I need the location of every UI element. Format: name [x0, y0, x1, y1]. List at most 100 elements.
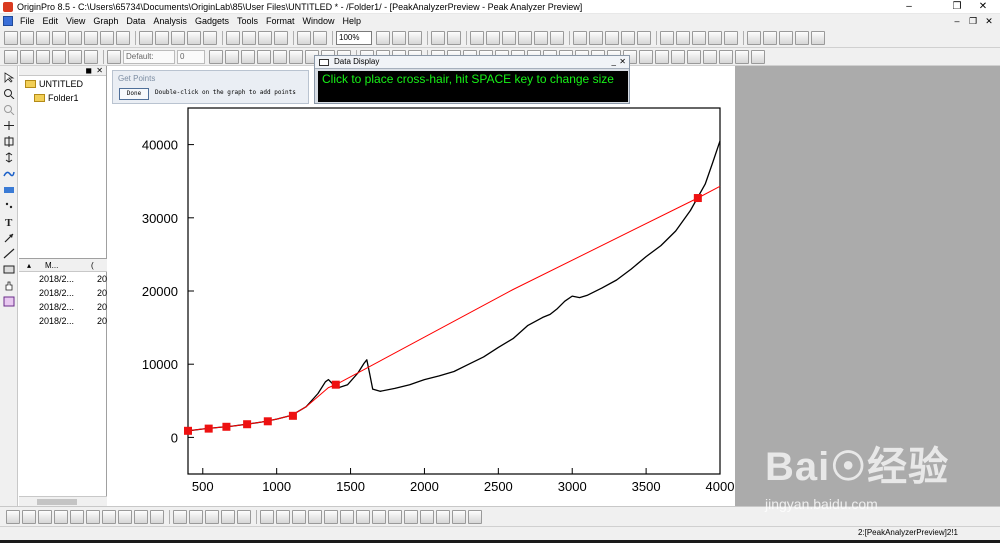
axis-x-icon[interactable]: [660, 30, 674, 45]
font-name-combobox[interactable]: Default:: [123, 49, 175, 64]
data-selector-icon[interactable]: [3, 152, 15, 163]
menu-data[interactable]: Data: [122, 14, 149, 28]
menu-edit[interactable]: Edit: [39, 14, 63, 28]
object-edit-icon[interactable]: [468, 509, 482, 524]
recalculate-icon[interactable]: [297, 30, 311, 45]
object-edit-icon[interactable]: [372, 509, 386, 524]
template-library-icon[interactable]: [150, 509, 164, 524]
new-graph-layer-icon[interactable]: [573, 30, 587, 45]
column-plot-icon[interactable]: [54, 509, 68, 524]
scrollbar-thumb[interactable]: [37, 499, 77, 505]
save-project-icon[interactable]: [187, 30, 201, 45]
line-plot-icon[interactable]: [6, 509, 20, 524]
close-window-button[interactable]: ✕: [966, 0, 1000, 14]
menu-window[interactable]: Window: [299, 14, 339, 28]
import-wizard-icon[interactable]: [258, 30, 272, 45]
object-edit-icon[interactable]: [276, 509, 290, 524]
zoom-out-icon[interactable]: [3, 104, 15, 115]
duplicate-icon[interactable]: [408, 30, 422, 45]
open-excel-icon[interactable]: [171, 30, 185, 45]
draw-data-icon[interactable]: [3, 168, 15, 179]
format-tool-icon[interactable]: [4, 49, 18, 64]
extract-layers-icon[interactable]: [621, 30, 635, 45]
axis-grid-icon[interactable]: [724, 30, 738, 45]
object-edit-icon[interactable]: [324, 509, 338, 524]
box-plot-icon[interactable]: [86, 509, 100, 524]
italic-icon[interactable]: [225, 49, 239, 64]
format-tool-icon[interactable]: [20, 49, 34, 64]
open-template-icon[interactable]: [155, 30, 169, 45]
data-reader-icon[interactable]: [3, 136, 15, 147]
tree-root[interactable]: UNTITLED: [25, 79, 83, 89]
worksheet-tool-icon[interactable]: [639, 49, 653, 64]
list-item[interactable]: 2018/2... 20: [19, 286, 107, 300]
close-button[interactable]: ✕: [619, 56, 626, 68]
script-window-icon[interactable]: [502, 30, 516, 45]
underline-icon[interactable]: [241, 49, 255, 64]
format-tool-icon[interactable]: [36, 49, 50, 64]
code-builder-icon[interactable]: [431, 30, 445, 45]
new-worksheet-icon[interactable]: [36, 30, 50, 45]
superscript-icon[interactable]: [257, 49, 271, 64]
line-tool-icon[interactable]: [3, 248, 15, 259]
save-template-icon[interactable]: [203, 30, 217, 45]
arrow-tool-icon[interactable]: [3, 232, 15, 243]
menu-analysis[interactable]: Analysis: [149, 14, 191, 28]
table-icon[interactable]: [811, 30, 825, 45]
batch-plot-icon[interactable]: [313, 30, 327, 45]
align-center-icon[interactable]: [763, 30, 777, 45]
new-function-icon[interactable]: [100, 30, 114, 45]
new-project-icon[interactable]: [4, 30, 18, 45]
menu-help[interactable]: Help: [339, 14, 366, 28]
refresh-icon[interactable]: [392, 30, 406, 45]
list-item[interactable]: 2018/2... 20: [19, 272, 107, 286]
align-left-icon[interactable]: [747, 30, 761, 45]
layer-management-icon[interactable]: [637, 30, 651, 45]
object-edit-icon[interactable]: [436, 509, 450, 524]
import-excel-icon[interactable]: [274, 30, 288, 45]
horizontal-scrollbar[interactable]: [19, 496, 107, 506]
font-icon[interactable]: [107, 49, 121, 64]
mdi-minimize-button[interactable]: –: [950, 14, 964, 28]
regional-mask-icon[interactable]: [3, 184, 15, 195]
zoom-in-icon[interactable]: [3, 88, 15, 99]
list-item[interactable]: 2018/2... 20: [19, 300, 107, 314]
new-matrix-icon[interactable]: [84, 30, 98, 45]
worksheet-tool-icon[interactable]: [735, 49, 749, 64]
command-window-icon[interactable]: [486, 30, 500, 45]
rectangle-tool-icon[interactable]: [3, 264, 15, 275]
import-ascii-icon[interactable]: [226, 30, 240, 45]
hand-tool-icon[interactable]: [3, 280, 15, 291]
object-edit-icon[interactable]: [340, 509, 354, 524]
mdi-close-button[interactable]: ✕: [982, 14, 996, 28]
merge-graphs-icon[interactable]: [605, 30, 619, 45]
object-edit-icon[interactable]: [292, 509, 306, 524]
format-tool-icon[interactable]: [84, 49, 98, 64]
object-edit-icon[interactable]: [388, 509, 402, 524]
axis-y-icon[interactable]: [676, 30, 690, 45]
scatter-plot-icon[interactable]: [22, 509, 36, 524]
pie-plot-icon[interactable]: [118, 509, 132, 524]
menu-file[interactable]: File: [16, 14, 39, 28]
tree-folder1[interactable]: Folder1: [34, 93, 79, 103]
bold-icon[interactable]: [209, 49, 223, 64]
format-tool-icon[interactable]: [68, 49, 82, 64]
done-button[interactable]: Done: [119, 88, 149, 100]
menu-view[interactable]: View: [62, 14, 89, 28]
document-icon[interactable]: [3, 16, 13, 26]
line-symbol-plot-icon[interactable]: [38, 509, 52, 524]
list-item[interactable]: 2018/2... 20: [19, 314, 107, 328]
message-log-icon[interactable]: [518, 30, 532, 45]
object-edit-icon[interactable]: [260, 509, 274, 524]
axis-right-icon[interactable]: [708, 30, 722, 45]
mdi-restore-button[interactable]: ❐: [966, 14, 980, 28]
object-edit-icon[interactable]: [452, 509, 466, 524]
new-graph-icon[interactable]: [68, 30, 82, 45]
worksheet-tool-icon[interactable]: [671, 49, 685, 64]
object-edit-icon[interactable]: [420, 509, 434, 524]
open-icon[interactable]: [139, 30, 153, 45]
ternary-plot-icon[interactable]: [237, 509, 251, 524]
smart-hint-icon[interactable]: [534, 30, 548, 45]
import-multiple-icon[interactable]: [242, 30, 256, 45]
region-tool-icon[interactable]: [3, 296, 15, 307]
